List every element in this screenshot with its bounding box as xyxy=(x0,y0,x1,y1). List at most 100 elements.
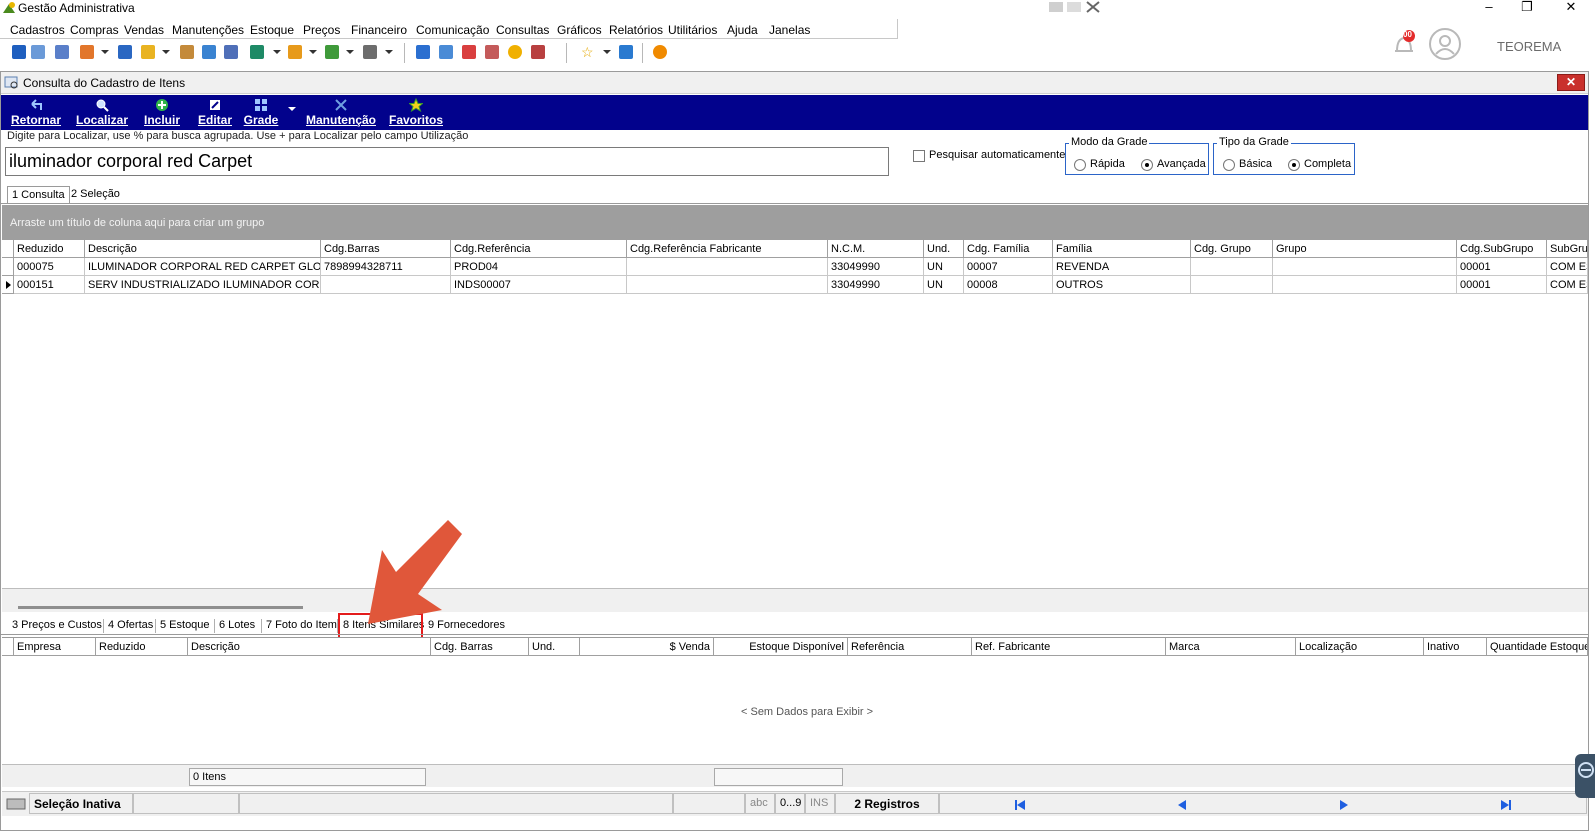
tab-foto-item[interactable]: 7 Foto do Item xyxy=(263,617,340,635)
column-header[interactable]: Empresa xyxy=(14,638,96,656)
table-cell[interactable]: COM EST xyxy=(1547,276,1588,294)
column-header[interactable]: Referência xyxy=(848,638,972,656)
menu-manutencoes[interactable]: Manutenções xyxy=(172,23,244,37)
incluir-button[interactable]: Incluir xyxy=(142,96,182,129)
card-icon[interactable] xyxy=(55,45,69,59)
column-header[interactable]: Descrição xyxy=(188,638,431,656)
table-cell[interactable] xyxy=(321,276,451,294)
user-icon[interactable] xyxy=(180,45,194,59)
restore-button[interactable]: ❐ xyxy=(1504,0,1550,17)
retornar-button[interactable]: Retornar xyxy=(8,96,64,129)
radio-basica[interactable] xyxy=(1223,159,1235,171)
chevron-down-icon[interactable] xyxy=(603,50,611,54)
column-header[interactable]: Und. xyxy=(924,240,964,258)
auto-search-checkbox[interactable] xyxy=(913,150,925,162)
window-extra-controls[interactable] xyxy=(1047,0,1107,14)
column-header[interactable]: Cdg. Barras xyxy=(431,638,529,656)
table-cell[interactable]: UN xyxy=(924,276,964,294)
column-header[interactable]: Grupo xyxy=(1273,240,1457,258)
star-icon[interactable]: ☆ xyxy=(581,44,594,61)
tab-lotes[interactable]: 6 Lotes xyxy=(216,617,258,635)
column-header[interactable]: Cdg.Referência Fabricante xyxy=(627,240,828,258)
cart-icon[interactable] xyxy=(250,45,264,59)
menu-vendas[interactable]: Vendas xyxy=(124,23,164,37)
remote-support-tab-icon[interactable] xyxy=(1575,754,1595,798)
previous-record-icon[interactable] xyxy=(1178,800,1186,810)
search-input[interactable] xyxy=(5,147,889,176)
column-header[interactable]: Cdg.SubGrupo xyxy=(1457,240,1547,258)
schedule-icon[interactable] xyxy=(485,45,499,59)
chevron-down-icon[interactable] xyxy=(101,50,109,54)
chevron-down-icon[interactable] xyxy=(385,50,393,54)
chevron-down-icon[interactable] xyxy=(288,107,296,111)
grid-column-chooser-icon[interactable] xyxy=(2,638,14,656)
tab-selecao[interactable]: 2 Seleção xyxy=(67,186,124,204)
window-close-button[interactable]: ✕ xyxy=(1557,74,1585,91)
tab-ofertas[interactable]: 4 Ofertas xyxy=(105,617,156,635)
menu-ajuda[interactable]: Ajuda xyxy=(727,23,758,37)
table-cell[interactable]: REVENDA xyxy=(1053,258,1191,276)
column-header[interactable]: Reduzido xyxy=(14,240,85,258)
table-cell[interactable]: PROD04 xyxy=(451,258,627,276)
last-record-icon[interactable] xyxy=(1501,800,1509,810)
column-header[interactable]: Localização xyxy=(1296,638,1424,656)
menu-cadastros[interactable]: Cadastros xyxy=(10,23,65,37)
group-by-panel[interactable]: Arraste um título de coluna aqui para cr… xyxy=(2,205,1588,240)
chevron-down-icon[interactable] xyxy=(346,50,354,54)
table-cell[interactable]: OUTROS xyxy=(1053,276,1191,294)
column-header[interactable]: Cdg.Referência xyxy=(451,240,627,258)
table-cell[interactable] xyxy=(1273,258,1457,276)
column-header[interactable]: Reduzido xyxy=(96,638,188,656)
list-icon[interactable] xyxy=(80,45,94,59)
column-header[interactable]: Cdg. Grupo xyxy=(1191,240,1273,258)
table-cell[interactable]: 000075 xyxy=(14,258,85,276)
column-header[interactable]: Ref. Fabricante xyxy=(972,638,1166,656)
table-cell[interactable]: 33049990 xyxy=(828,276,924,294)
table-cell[interactable] xyxy=(1191,276,1273,294)
menu-utilitarios[interactable]: Utilitários xyxy=(668,23,717,37)
bank-icon[interactable] xyxy=(202,45,216,59)
table-cell[interactable]: COM EST xyxy=(1547,258,1588,276)
column-header[interactable]: $ Venda xyxy=(580,638,714,656)
chevron-down-icon[interactable] xyxy=(309,50,317,54)
table-cell[interactable]: 00001 xyxy=(1457,258,1547,276)
money-icon[interactable] xyxy=(325,45,339,59)
current-row-indicator[interactable] xyxy=(2,276,14,294)
table-cell[interactable]: 7898994328711 xyxy=(321,258,451,276)
folder-icon[interactable] xyxy=(12,45,26,59)
chevron-down-icon[interactable] xyxy=(273,50,281,54)
note-icon[interactable] xyxy=(288,45,302,59)
close-button[interactable]: ✕ xyxy=(1548,0,1594,17)
next-record-icon[interactable] xyxy=(1340,800,1348,810)
table-cell[interactable] xyxy=(627,276,828,294)
chevron-down-icon[interactable] xyxy=(162,50,170,54)
menu-financeiro[interactable]: Financeiro xyxy=(351,23,407,37)
column-header[interactable]: N.C.M. xyxy=(828,240,924,258)
localizar-button[interactable]: Localizar xyxy=(76,96,128,129)
menu-estoque[interactable]: Estoque xyxy=(250,23,294,37)
table-cell[interactable] xyxy=(1273,276,1457,294)
dollar-doc-icon[interactable] xyxy=(118,45,132,59)
column-header[interactable]: SubGrupo xyxy=(1547,240,1588,258)
row-indicator[interactable] xyxy=(2,258,14,276)
power-icon[interactable] xyxy=(653,45,667,59)
editar-button[interactable]: Editar xyxy=(196,96,234,129)
column-header[interactable]: Inativo xyxy=(1424,638,1487,656)
user-avatar-icon[interactable] xyxy=(1429,28,1461,60)
menu-graficos[interactable]: Gráficos xyxy=(557,23,602,37)
first-record-icon[interactable] xyxy=(1017,800,1025,810)
menu-comunicacao[interactable]: Comunicação xyxy=(416,23,489,37)
radio-completa[interactable] xyxy=(1288,159,1300,171)
date-30-icon[interactable] xyxy=(462,45,476,59)
menu-compras[interactable]: Compras xyxy=(70,23,119,37)
info-icon[interactable] xyxy=(619,45,633,59)
table-cell[interactable]: 00007 xyxy=(964,258,1053,276)
column-header[interactable]: Família xyxy=(1053,240,1191,258)
people-chart-icon[interactable] xyxy=(31,45,45,59)
column-header[interactable]: Und. xyxy=(529,638,580,656)
column-header[interactable]: Quantidade Estoque xyxy=(1487,638,1588,656)
column-header[interactable]: Cdg. Família xyxy=(964,240,1053,258)
table-cell[interactable] xyxy=(627,258,828,276)
box-icon[interactable] xyxy=(141,45,155,59)
printer-icon[interactable] xyxy=(363,45,377,59)
